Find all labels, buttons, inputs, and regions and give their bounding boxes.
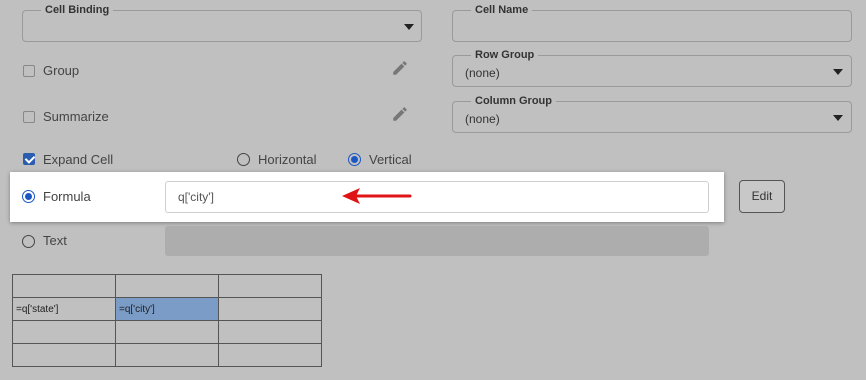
chevron-down-icon — [833, 115, 843, 121]
grid-cell[interactable] — [218, 320, 322, 344]
table-row — [12, 343, 322, 367]
chevron-down-icon — [833, 69, 843, 75]
grid-cell[interactable] — [12, 274, 116, 298]
vertical-radio[interactable] — [348, 153, 361, 166]
grid-cell[interactable]: =q['state'] — [12, 297, 116, 321]
cell-name-legend: Cell Name — [471, 3, 533, 17]
table-row — [12, 274, 322, 298]
grid-cell[interactable] — [218, 274, 322, 298]
summarize-checkbox[interactable] — [23, 111, 35, 123]
grid-cell[interactable] — [12, 343, 116, 367]
formula-input[interactable]: q['city'] — [165, 181, 709, 213]
pencil-icon[interactable] — [391, 59, 409, 77]
cell-grid: =q['state'] =q['city'] — [12, 274, 322, 367]
table-row — [12, 320, 322, 344]
pencil-icon[interactable] — [391, 105, 409, 123]
edit-button[interactable]: Edit — [739, 180, 785, 213]
cell-name-input[interactable]: Cell Name — [452, 3, 852, 42]
horizontal-radio[interactable] — [237, 153, 250, 166]
column-group-legend: Column Group — [471, 94, 556, 108]
text-input[interactable] — [165, 226, 709, 256]
column-group-value: (none) — [465, 112, 500, 126]
horizontal-label: Horizontal — [258, 152, 317, 167]
formula-label: Formula — [43, 189, 91, 204]
grid-cell[interactable] — [218, 343, 322, 367]
row-group-value: (none) — [465, 66, 500, 80]
vertical-label: Vertical — [369, 152, 412, 167]
formula-radio[interactable] — [22, 190, 35, 203]
grid-cell[interactable] — [115, 274, 219, 298]
row-group-legend: Row Group — [471, 48, 539, 62]
table-row: =q['state'] =q['city'] — [12, 297, 322, 321]
column-group-select[interactable]: Column Group (none) — [452, 94, 852, 133]
expand-cell-label: Expand Cell — [43, 152, 114, 167]
cell-binding-select[interactable]: Cell Binding — [22, 3, 422, 42]
grid-cell[interactable] — [115, 343, 219, 367]
grid-cell[interactable] — [218, 297, 322, 321]
expand-cell-checkbox[interactable] — [23, 153, 35, 165]
text-radio[interactable] — [22, 235, 35, 248]
text-label: Text — [43, 233, 67, 248]
red-arrow-annotation — [342, 188, 412, 204]
row-group-select[interactable]: Row Group (none) — [452, 48, 852, 87]
summarize-label: Summarize — [43, 109, 109, 124]
grid-cell[interactable] — [12, 320, 116, 344]
grid-cell[interactable] — [115, 320, 219, 344]
grid-cell-selected[interactable]: =q['city'] — [115, 297, 219, 321]
cell-binding-legend: Cell Binding — [41, 3, 114, 17]
group-checkbox[interactable] — [23, 65, 35, 77]
group-label: Group — [43, 63, 80, 78]
chevron-down-icon — [404, 24, 414, 30]
